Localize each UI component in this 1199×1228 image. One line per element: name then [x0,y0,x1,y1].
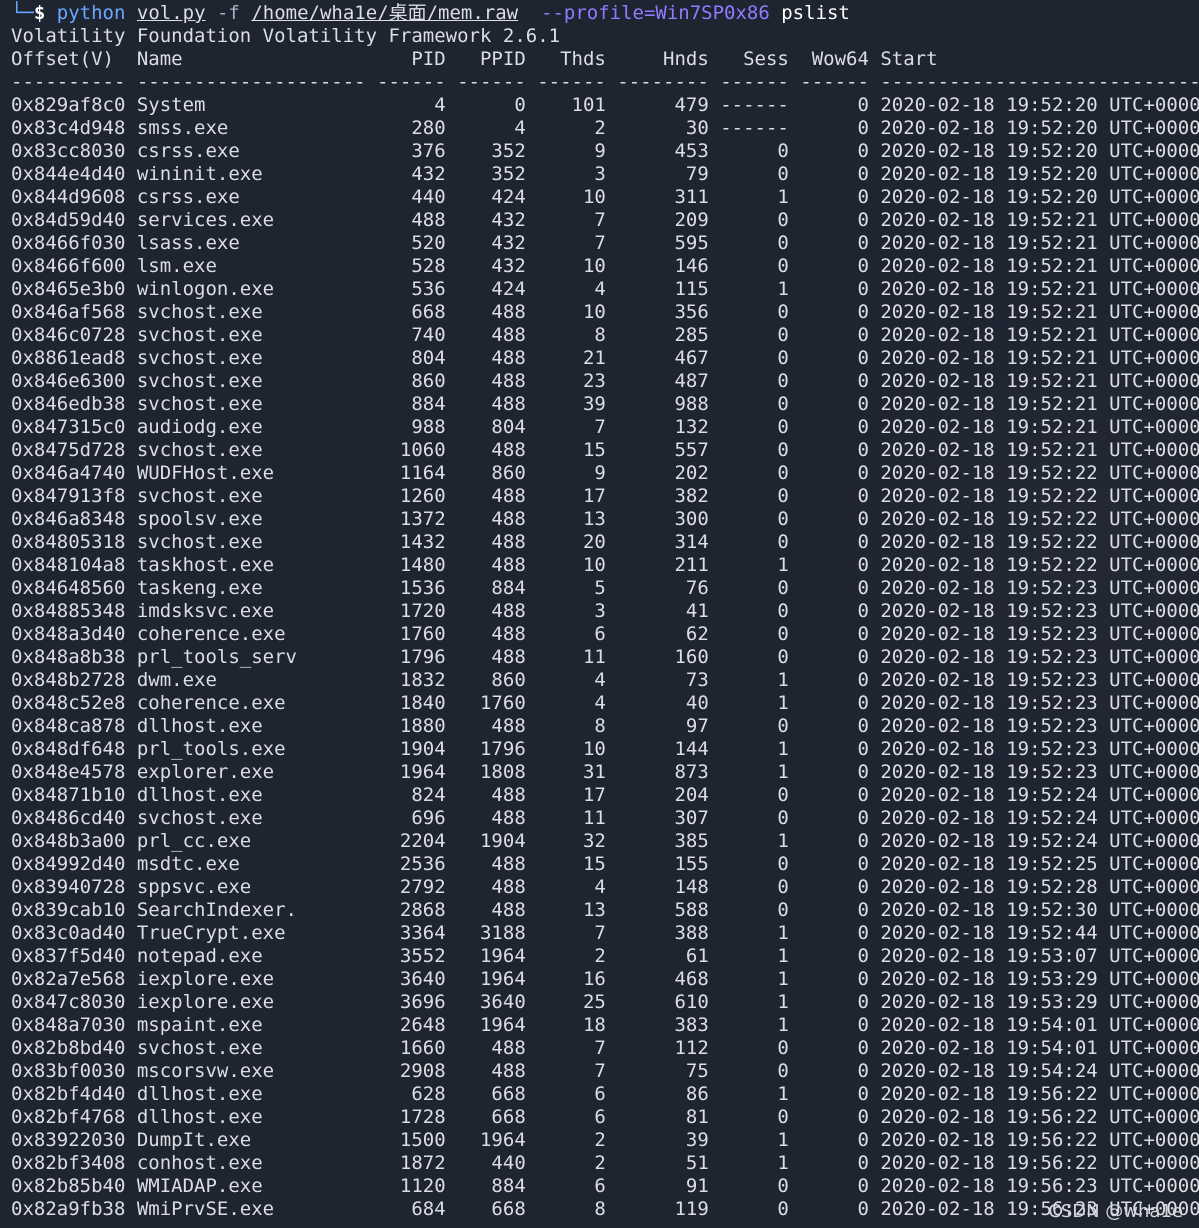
table-row: 0x84648560 taskeng.exe 1536 884 5 76 0 0… [11,577,1199,599]
table-row: 0x83922030 DumpIt.exe 1500 1964 2 39 1 0… [11,1129,1199,1151]
table-row: 0x83c0ad40 TrueCrypt.exe 3364 3188 7 388… [11,922,1199,944]
table-row: 0x8466f030 lsass.exe 520 432 7 595 0 0 2… [11,232,1199,254]
table-row: 0x83cc8030 csrss.exe 376 352 9 453 0 0 2… [11,140,1199,162]
table-row: 0x847913f8 svchost.exe 1260 488 17 382 0… [11,485,1199,507]
table-row: 0x82b85b40 WMIADAP.exe 1120 884 6 91 0 0… [11,1175,1199,1197]
table-row: 0x82a7e568 iexplore.exe 3640 1964 16 468… [11,968,1199,990]
table-row: 0x844e4d40 wininit.exe 432 352 3 79 0 0 … [11,163,1199,185]
table-row: 0x82bf4768 dllhost.exe 1728 668 6 81 0 0… [11,1106,1199,1128]
prompt-symbol: $ [33,2,46,24]
process-list: 0x829af8c0 System 4 0 101 479 ------ 0 2… [11,94,1199,1221]
table-row: 0x83bf0030 mscorsvw.exe 2908 488 7 75 0 … [11,1060,1199,1082]
table-row: 0x844d9608 csrss.exe 440 424 10 311 1 0 … [11,186,1199,208]
table-row: 0x848df648 prl_tools.exe 1904 1796 10 14… [11,738,1199,760]
table-row: 0x8861ead8 svchost.exe 804 488 21 467 0 … [11,347,1199,369]
command-path: /home/wha1e/桌面/mem.raw [251,2,519,24]
table-row: 0x84885348 imdsksvc.exe 1720 488 3 41 0 … [11,600,1199,622]
table-row: 0x83940728 sppsvc.exe 2792 488 4 148 0 0… [11,876,1199,898]
table-row: 0x84992d40 msdtc.exe 2536 488 15 155 0 0… [11,853,1199,875]
table-row: 0x8486cd40 svchost.exe 696 488 11 307 0 … [11,807,1199,829]
table-row: 0x8466f600 lsm.exe 528 432 10 146 0 0 20… [11,255,1199,277]
table-separator: ---------- -------------------- ------ -… [11,71,1199,93]
table-row: 0x846af568 svchost.exe 668 488 10 356 0 … [11,301,1199,323]
banner: Volatility Foundation Volatility Framewo… [11,25,561,47]
table-row: 0x848104a8 taskhost.exe 1480 488 10 211 … [11,554,1199,576]
table-row: 0x846a8348 spoolsv.exe 1372 488 13 300 0… [11,508,1199,530]
table-row: 0x846a4740 WUDFHost.exe 1164 860 9 202 0… [11,462,1199,484]
table-row: 0x839cab10 SearchIndexer. 2868 488 13 58… [11,899,1199,921]
table-row: 0x848b2728 dwm.exe 1832 860 4 73 1 0 202… [11,669,1199,691]
command-line[interactable]: └─$ python vol.py -f /home/wha1e/桌面/mem.… [11,2,1199,25]
table-row: 0x82b8bd40 svchost.exe 1660 488 7 112 0 … [11,1037,1199,1059]
command-plugin: pslist [781,2,850,24]
table-row: 0x8465e3b0 winlogon.exe 536 424 4 115 1 … [11,278,1199,300]
table-row: 0x829af8c0 System 4 0 101 479 ------ 0 2… [11,94,1199,116]
watermark: CSDN @wha1e [1048,1201,1183,1222]
table-row: 0x83c4d948 smss.exe 280 4 2 30 ------ 0 … [11,117,1199,139]
table-row: 0x82bf4d40 dllhost.exe 628 668 6 86 1 0 … [11,1083,1199,1105]
table-row: 0x84805318 svchost.exe 1432 488 20 314 0… [11,531,1199,553]
command-program: python [56,2,126,24]
command-profile: --profile=Win7SP0x86 [541,2,770,24]
table-row: 0x848e4578 explorer.exe 1964 1808 31 873… [11,761,1199,783]
table-row: 0x848a8b38 prl_tools_serv 1796 488 11 16… [11,646,1199,668]
command-script: vol.py [136,2,206,24]
table-header: Offset(V) Name PID PPID Thds Hnds Sess W… [11,48,1199,70]
table-row: 0x8475d728 svchost.exe 1060 488 15 557 0… [11,439,1199,461]
prompt-corner: └─ [11,2,34,24]
table-row: 0x846edb38 svchost.exe 884 488 39 988 0 … [11,393,1199,415]
table-row: 0x84d59d40 services.exe 488 432 7 209 0 … [11,209,1199,231]
command-flag-file: -f [216,2,240,24]
terminal-output[interactable]: └─$ python vol.py -f /home/wha1e/桌面/mem.… [0,0,1199,1228]
table-row: 0x84871b10 dllhost.exe 824 488 17 204 0 … [11,784,1199,806]
table-row: 0x82bf3408 conhost.exe 1872 440 2 51 1 0… [11,1152,1199,1174]
table-row: 0x846c0728 svchost.exe 740 488 8 285 0 0… [11,324,1199,346]
table-row: 0x847c8030 iexplore.exe 3696 3640 25 610… [11,991,1199,1013]
table-row: 0x848c52e8 coherence.exe 1840 1760 4 40 … [11,692,1199,714]
table-row: 0x848b3a00 prl_cc.exe 2204 1904 32 385 1… [11,830,1199,852]
table-row: 0x848ca878 dllhost.exe 1880 488 8 97 0 0… [11,715,1199,737]
table-row: 0x846e6300 svchost.exe 860 488 23 487 0 … [11,370,1199,392]
table-row: 0x837f5d40 notepad.exe 3552 1964 2 61 1 … [11,945,1199,967]
table-row: 0x848a7030 mspaint.exe 2648 1964 18 383 … [11,1014,1199,1036]
table-row: 0x82a9fb38 WmiPrvSE.exe 684 668 8 119 0 … [11,1198,1199,1220]
table-row: 0x848a3d40 coherence.exe 1760 488 6 62 0… [11,623,1199,645]
table-row: 0x847315c0 audiodg.exe 988 804 7 132 0 0… [11,416,1199,438]
